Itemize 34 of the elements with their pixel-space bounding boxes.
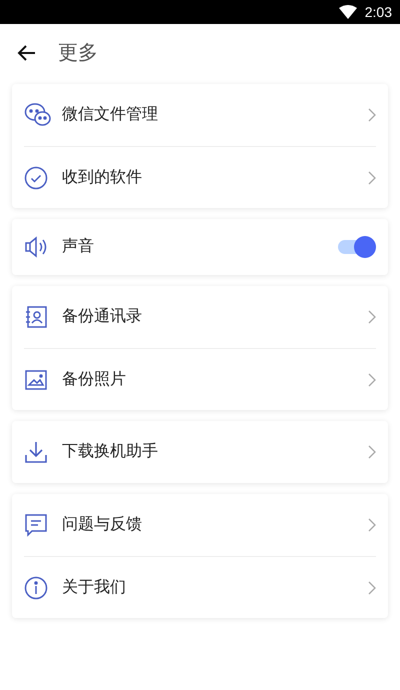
- contact-card-icon: [24, 305, 48, 329]
- menu-row[interactable]: 备份照片: [24, 348, 376, 410]
- wechat-icon: [24, 102, 52, 128]
- menu-label: 关于我们: [62, 578, 127, 598]
- chevron-right-icon: [368, 445, 376, 459]
- download-icon: [24, 440, 48, 464]
- menu-row[interactable]: 备份通讯录: [24, 286, 376, 348]
- menu-row[interactable]: 微信文件管理: [24, 84, 376, 146]
- chevron-right-icon: [368, 310, 376, 324]
- chevron-right-icon: [368, 518, 376, 532]
- info-icon: [24, 576, 48, 600]
- toggle-switch[interactable]: [336, 236, 376, 258]
- menu-row[interactable]: 问题与反馈: [24, 494, 376, 556]
- wifi-icon: [338, 5, 357, 19]
- image-icon: [24, 368, 48, 390]
- check-circle-icon: [24, 166, 48, 190]
- menu-label: 备份通讯录: [62, 306, 143, 327]
- speaker-icon: [24, 236, 48, 258]
- chevron-right-icon: [368, 170, 376, 184]
- menu-label: 下载换机助手: [62, 442, 159, 462]
- menu-label: 微信文件管理: [62, 104, 159, 125]
- menu-row[interactable]: 关于我们: [24, 556, 376, 618]
- message-icon: [24, 513, 48, 537]
- menu-label: 问题与反馈: [62, 514, 143, 535]
- menu-row[interactable]: 收到的软件: [24, 146, 376, 208]
- menu-label: 备份照片: [62, 370, 127, 390]
- chevron-right-icon: [368, 372, 376, 386]
- page-title: 更多: [58, 41, 98, 66]
- chevron-right-icon: [368, 108, 376, 122]
- menu-row[interactable]: 下载换机助手: [24, 421, 376, 483]
- status-time: 2:03: [364, 2, 392, 22]
- chevron-right-icon: [368, 580, 376, 594]
- menu-label: 收到的软件: [62, 168, 143, 188]
- setting-label: 声音: [62, 236, 95, 257]
